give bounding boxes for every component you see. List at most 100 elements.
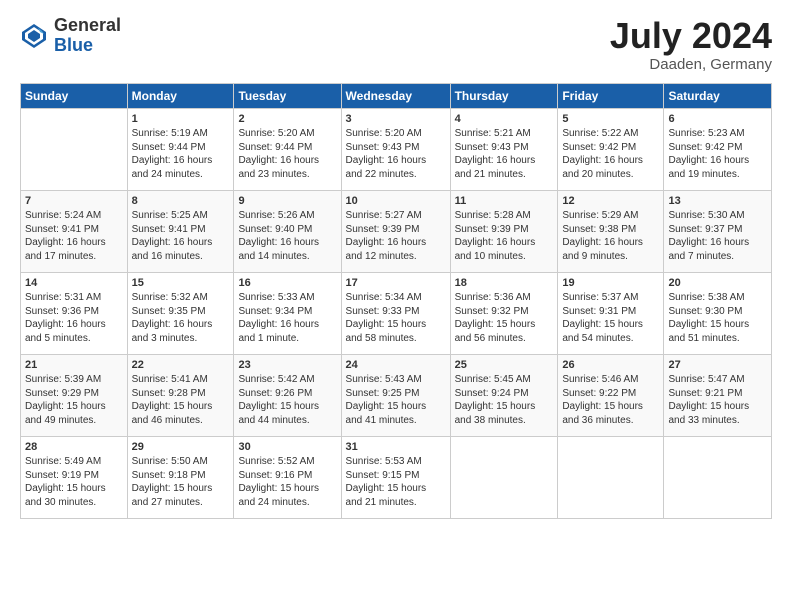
- calendar-cell: 5Sunrise: 5:22 AMSunset: 9:42 PMDaylight…: [558, 108, 664, 190]
- day-number: 19: [562, 276, 659, 291]
- day-number: 20: [668, 276, 767, 291]
- sunset-text: Sunset: 9:28 PM: [132, 387, 230, 401]
- sunrise-text: Sunrise: 5:31 AM: [25, 291, 123, 305]
- calendar-cell: 7Sunrise: 5:24 AMSunset: 9:41 PMDaylight…: [21, 190, 128, 272]
- calendar-cell: 12Sunrise: 5:29 AMSunset: 9:38 PMDayligh…: [558, 190, 664, 272]
- day-number: 15: [132, 276, 230, 291]
- sunrise-text: Sunrise: 5:32 AM: [132, 291, 230, 305]
- logo-text: General Blue: [54, 16, 121, 56]
- sunset-text: Sunset: 9:43 PM: [455, 141, 554, 155]
- calendar-cell: 1Sunrise: 5:19 AMSunset: 9:44 PMDaylight…: [127, 108, 234, 190]
- sunrise-text: Sunrise: 5:37 AM: [562, 291, 659, 305]
- calendar-cell: 29Sunrise: 5:50 AMSunset: 9:18 PMDayligh…: [127, 436, 234, 518]
- daylight-text: Daylight: 15 hours and 27 minutes.: [132, 482, 230, 509]
- day-number: 11: [455, 194, 554, 209]
- daylight-text: Daylight: 16 hours and 1 minute.: [238, 318, 336, 345]
- calendar-cell: 2Sunrise: 5:20 AMSunset: 9:44 PMDaylight…: [234, 108, 341, 190]
- sunset-text: Sunset: 9:44 PM: [132, 141, 230, 155]
- sunrise-text: Sunrise: 5:53 AM: [346, 455, 446, 469]
- day-number: 2: [238, 112, 336, 127]
- day-number: 18: [455, 276, 554, 291]
- calendar-cell: 13Sunrise: 5:30 AMSunset: 9:37 PMDayligh…: [664, 190, 772, 272]
- day-number: 26: [562, 358, 659, 373]
- sunrise-text: Sunrise: 5:25 AM: [132, 209, 230, 223]
- sunset-text: Sunset: 9:42 PM: [562, 141, 659, 155]
- day-number: 3: [346, 112, 446, 127]
- calendar-cell: 26Sunrise: 5:46 AMSunset: 9:22 PMDayligh…: [558, 354, 664, 436]
- sunrise-text: Sunrise: 5:41 AM: [132, 373, 230, 387]
- day-number: 31: [346, 440, 446, 455]
- sunset-text: Sunset: 9:42 PM: [668, 141, 767, 155]
- sunrise-text: Sunrise: 5:38 AM: [668, 291, 767, 305]
- daylight-text: Daylight: 16 hours and 12 minutes.: [346, 236, 446, 263]
- sunset-text: Sunset: 9:15 PM: [346, 469, 446, 483]
- daylight-text: Daylight: 16 hours and 23 minutes.: [238, 154, 336, 181]
- calendar-cell: 31Sunrise: 5:53 AMSunset: 9:15 PMDayligh…: [341, 436, 450, 518]
- day-number: 7: [25, 194, 123, 209]
- sunset-text: Sunset: 9:34 PM: [238, 305, 336, 319]
- daylight-text: Daylight: 16 hours and 20 minutes.: [562, 154, 659, 181]
- calendar-cell: 21Sunrise: 5:39 AMSunset: 9:29 PMDayligh…: [21, 354, 128, 436]
- sunset-text: Sunset: 9:16 PM: [238, 469, 336, 483]
- day-number: 10: [346, 194, 446, 209]
- day-number: 30: [238, 440, 336, 455]
- day-number: 4: [455, 112, 554, 127]
- sunset-text: Sunset: 9:39 PM: [346, 223, 446, 237]
- calendar-table: Sunday Monday Tuesday Wednesday Thursday…: [20, 83, 772, 519]
- daylight-text: Daylight: 15 hours and 30 minutes.: [25, 482, 123, 509]
- daylight-text: Daylight: 15 hours and 56 minutes.: [455, 318, 554, 345]
- sunset-text: Sunset: 9:22 PM: [562, 387, 659, 401]
- calendar-cell: 18Sunrise: 5:36 AMSunset: 9:32 PMDayligh…: [450, 272, 558, 354]
- col-saturday: Saturday: [664, 83, 772, 108]
- calendar-cell: 9Sunrise: 5:26 AMSunset: 9:40 PMDaylight…: [234, 190, 341, 272]
- calendar-cell: 14Sunrise: 5:31 AMSunset: 9:36 PMDayligh…: [21, 272, 128, 354]
- sunrise-text: Sunrise: 5:36 AM: [455, 291, 554, 305]
- sunset-text: Sunset: 9:44 PM: [238, 141, 336, 155]
- sunset-text: Sunset: 9:36 PM: [25, 305, 123, 319]
- daylight-text: Daylight: 15 hours and 58 minutes.: [346, 318, 446, 345]
- day-number: 14: [25, 276, 123, 291]
- calendar-cell: 28Sunrise: 5:49 AMSunset: 9:19 PMDayligh…: [21, 436, 128, 518]
- col-sunday: Sunday: [21, 83, 128, 108]
- day-number: 12: [562, 194, 659, 209]
- calendar-cell: [664, 436, 772, 518]
- day-number: 9: [238, 194, 336, 209]
- sunset-text: Sunset: 9:25 PM: [346, 387, 446, 401]
- daylight-text: Daylight: 16 hours and 17 minutes.: [25, 236, 123, 263]
- calendar-cell: 27Sunrise: 5:47 AMSunset: 9:21 PMDayligh…: [664, 354, 772, 436]
- sunrise-text: Sunrise: 5:27 AM: [346, 209, 446, 223]
- daylight-text: Daylight: 16 hours and 9 minutes.: [562, 236, 659, 263]
- calendar-cell: 23Sunrise: 5:42 AMSunset: 9:26 PMDayligh…: [234, 354, 341, 436]
- day-number: 8: [132, 194, 230, 209]
- page: General Blue July 2024 Daaden, Germany S…: [0, 0, 792, 612]
- sunset-text: Sunset: 9:41 PM: [132, 223, 230, 237]
- sunrise-text: Sunrise: 5:33 AM: [238, 291, 336, 305]
- sunrise-text: Sunrise: 5:22 AM: [562, 127, 659, 141]
- logo-general-label: General: [54, 16, 121, 36]
- daylight-text: Daylight: 16 hours and 7 minutes.: [668, 236, 767, 263]
- daylight-text: Daylight: 15 hours and 44 minutes.: [238, 400, 336, 427]
- logo-icon: [20, 22, 48, 50]
- calendar-cell: [558, 436, 664, 518]
- calendar-cell: 24Sunrise: 5:43 AMSunset: 9:25 PMDayligh…: [341, 354, 450, 436]
- daylight-text: Daylight: 15 hours and 46 minutes.: [132, 400, 230, 427]
- daylight-text: Daylight: 15 hours and 54 minutes.: [562, 318, 659, 345]
- sunrise-text: Sunrise: 5:45 AM: [455, 373, 554, 387]
- logo-blue-label: Blue: [54, 36, 121, 56]
- sunset-text: Sunset: 9:26 PM: [238, 387, 336, 401]
- daylight-text: Daylight: 15 hours and 24 minutes.: [238, 482, 336, 509]
- day-number: 27: [668, 358, 767, 373]
- sunset-text: Sunset: 9:39 PM: [455, 223, 554, 237]
- sunrise-text: Sunrise: 5:30 AM: [668, 209, 767, 223]
- calendar-cell: 25Sunrise: 5:45 AMSunset: 9:24 PMDayligh…: [450, 354, 558, 436]
- daylight-text: Daylight: 16 hours and 5 minutes.: [25, 318, 123, 345]
- calendar-cell: 15Sunrise: 5:32 AMSunset: 9:35 PMDayligh…: [127, 272, 234, 354]
- sunrise-text: Sunrise: 5:19 AM: [132, 127, 230, 141]
- sunrise-text: Sunrise: 5:20 AM: [238, 127, 336, 141]
- sunset-text: Sunset: 9:40 PM: [238, 223, 336, 237]
- day-number: 21: [25, 358, 123, 373]
- sunrise-text: Sunrise: 5:23 AM: [668, 127, 767, 141]
- day-number: 23: [238, 358, 336, 373]
- calendar-cell: 4Sunrise: 5:21 AMSunset: 9:43 PMDaylight…: [450, 108, 558, 190]
- daylight-text: Daylight: 16 hours and 24 minutes.: [132, 154, 230, 181]
